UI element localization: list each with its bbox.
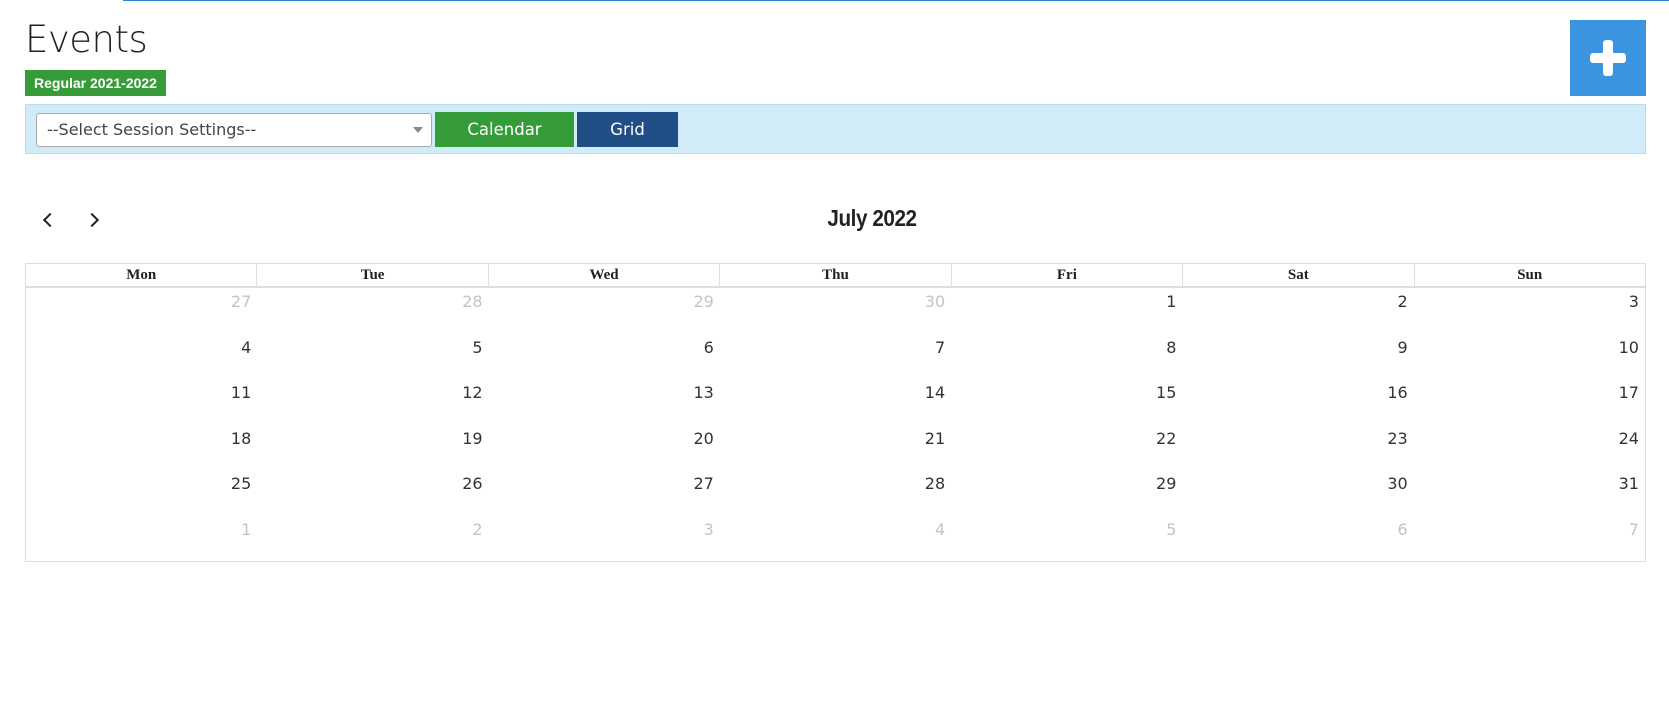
day-header-thu: Thu [719, 264, 950, 286]
calendar-day[interactable]: 22 [951, 425, 1182, 471]
day-header-mon: Mon [126, 267, 157, 283]
calendar-weeks: 27 28 29 30 1 2 3 4 5 6 7 8 9 10 11 12 13 14 15 16 17 18 19 20 2… [26, 288, 1645, 561]
calendar-day[interactable]: 27 [489, 470, 720, 516]
chevron-left-icon[interactable] [36, 208, 60, 232]
calendar-day[interactable]: 20 [489, 425, 720, 471]
calendar-day[interactable]: 14 [720, 379, 951, 425]
month-title: July 2022 [827, 205, 917, 231]
calendar-day[interactable]: 4 [26, 334, 257, 380]
calendar-day[interactable]: 3 [1414, 288, 1645, 334]
calendar-day[interactable]: 7 [720, 334, 951, 380]
calendar-day[interactable]: 19 [257, 425, 488, 471]
calendar-day[interactable]: 18 [26, 425, 257, 471]
calendar-day[interactable]: 17 [1414, 379, 1645, 425]
calendar-day-other-month[interactable]: 27 [26, 288, 257, 334]
calendar-day[interactable]: 1 [951, 288, 1182, 334]
calendar-day[interactable]: 31 [1414, 470, 1645, 516]
calendar-day[interactable]: 10 [1414, 334, 1645, 380]
day-header-sat: Sat [1182, 264, 1413, 286]
calendar-day-other-month[interactable]: 28 [257, 288, 488, 334]
calendar-day[interactable]: 12 [257, 379, 488, 425]
calendar-day-other-month[interactable]: 29 [489, 288, 720, 334]
grid-view-button[interactable]: Grid View [577, 112, 678, 174]
calendar-day-other-month[interactable]: 2 [257, 516, 488, 562]
toolbar: --Select Session Settings-- Calendar Vie… [25, 104, 1646, 174]
calendar-day[interactable]: 2 [1182, 288, 1413, 334]
day-header-wed: Wed [487, 264, 719, 286]
calendar-header: Mon Tue Wed Thu Fri Sat Sun [26, 264, 1645, 288]
calendar-week-row: 27 28 29 30 1 2 3 [26, 288, 1645, 334]
calendar-day[interactable]: 15 [951, 379, 1182, 425]
calendar-day[interactable]: 13 [489, 379, 720, 425]
calendar-day[interactable]: 21 [720, 425, 951, 471]
calendar-day[interactable]: 11 [26, 379, 257, 425]
month-calendar: Mon Tue Wed Thu Fri Sat Sun 27 28 29 30 1 2 3 4 5 6 7 8 9 1… [25, 263, 1646, 562]
calendar-day-other-month[interactable]: 1 [26, 516, 257, 562]
top-border-line [123, 0, 1669, 1]
calendar-week-row: 4 5 6 7 8 9 10 [26, 334, 1645, 380]
add-event-button[interactable] [1570, 20, 1646, 96]
calendar-day-other-month[interactable]: 7 [1414, 516, 1645, 562]
calendar-day[interactable]: 16 [1182, 379, 1413, 425]
session-settings-select[interactable]: --Select Session Settings-- [36, 113, 432, 147]
calendar-week-row: 1234567 [26, 516, 1645, 562]
calendar-day[interactable]: 30 [1182, 470, 1413, 516]
day-header-fri: Fri [950, 264, 1182, 286]
session-select-value: --Select Session Settings-- [47, 120, 257, 139]
calendar-day[interactable]: 29 [951, 470, 1182, 516]
calendar-day[interactable]: 23 [1182, 425, 1413, 471]
calendar-day[interactable]: 5 [257, 334, 488, 380]
page-title: Events [25, 18, 148, 61]
calendar-day-other-month[interactable]: 30 [720, 288, 951, 334]
calendar-day[interactable]: 9 [1182, 334, 1413, 380]
session-badge: Regular 2021-2022 [25, 70, 166, 96]
calendar-day-other-month[interactable]: 3 [489, 516, 720, 562]
chevron-right-icon[interactable] [82, 208, 106, 232]
calendar-week-row: 11 12 13 14 15 16 17 [26, 379, 1645, 425]
plus-icon [1590, 40, 1626, 76]
calendar-day[interactable]: 24 [1414, 425, 1645, 471]
calendar-week-row: 18 19 20 21 22 23 24 [26, 425, 1645, 471]
calendar-day-other-month[interactable]: 6 [1182, 516, 1413, 562]
calendar-view-button[interactable]: Calendar View [435, 112, 574, 174]
calendar-day[interactable]: 6 [489, 334, 720, 380]
calendar-day[interactable]: 26 [257, 470, 488, 516]
calendar-day[interactable]: 25 [26, 470, 257, 516]
calendar-day-other-month[interactable]: 5 [951, 516, 1182, 562]
calendar-day-other-month[interactable]: 4 [720, 516, 951, 562]
calendar-day[interactable]: 8 [951, 334, 1182, 380]
calendar-day[interactable]: 28 [720, 470, 951, 516]
calendar-week-row: 25 26 27 28 29 30 31 [26, 470, 1645, 516]
day-header-tue: Tue [256, 264, 487, 286]
dropdown-arrow-icon [413, 127, 423, 133]
day-header-sun: Sun [1413, 264, 1645, 286]
